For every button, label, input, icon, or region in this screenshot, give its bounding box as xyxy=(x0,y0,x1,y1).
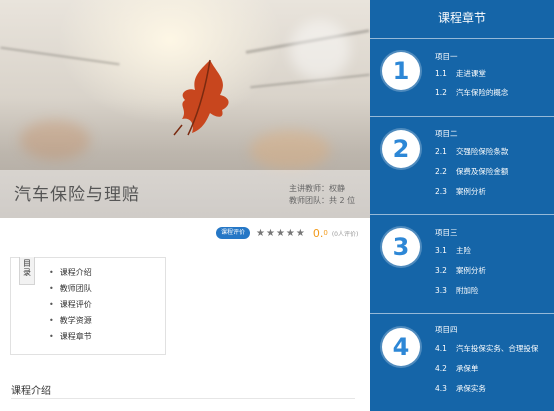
lesson-link[interactable]: 3.2 案例分析 xyxy=(435,265,486,276)
directory-item-chapters[interactable]: 课程章节 xyxy=(49,331,92,347)
chapter-number-badge: 1 xyxy=(382,52,420,90)
lesson-link[interactable]: 2.3 案例分析 xyxy=(435,186,486,197)
lesson-index: 2.3 xyxy=(435,187,447,196)
banner-bokeh xyxy=(20,120,90,160)
directory-tag: 目 录 xyxy=(19,257,35,285)
lesson-index: 4.3 xyxy=(435,384,447,393)
chapter-name: 项目四 xyxy=(435,325,458,334)
panel-divider xyxy=(370,313,554,314)
chapter-panel: 课程章节 1 项目一 1.1 走进课堂 1.2 汽车保险的概念 2 项目二 2.1 交… xyxy=(370,0,554,411)
banner-railing xyxy=(0,46,120,66)
lesson-link[interactable]: 1.1 走进课堂 xyxy=(435,68,486,79)
lesson-title: 主险 xyxy=(455,246,471,255)
directory-item-resources[interactable]: 教学资源 xyxy=(49,315,92,331)
section-title: 课程介绍 xyxy=(11,386,51,397)
lesson-title: 案例分析 xyxy=(455,266,486,275)
course-banner: 汽车保险与理赔 主讲教师：权静 教师团队：共 2 位 xyxy=(0,0,370,218)
rating-score-decimal: 0 xyxy=(323,229,328,237)
rating-score: 0. xyxy=(312,226,324,240)
teacher-info: 主讲教师：权静 教师团队：共 2 位 xyxy=(289,183,355,207)
lesson-index: 2.1 xyxy=(435,147,447,156)
panel-divider xyxy=(370,214,554,215)
lesson-index: 3.2 xyxy=(435,266,447,275)
chapter-number-badge: 3 xyxy=(382,228,420,266)
chapter-name: 项目二 xyxy=(435,129,458,138)
lesson-link[interactable]: 1.2 汽车保险的概念 xyxy=(435,87,508,98)
rating-row: 课程评价 ★★★★★ 0. 0 (0人评价) xyxy=(216,226,358,240)
chapter-number-badge: 4 xyxy=(382,328,420,366)
directory-item-team[interactable]: 教师团队 xyxy=(49,283,92,299)
lesson-link[interactable]: 3.3 附加险 xyxy=(435,285,478,296)
lesson-index: 1.2 xyxy=(435,88,447,97)
lesson-title: 承保实务 xyxy=(455,384,486,393)
team-line: 教师团队：共 2 位 xyxy=(289,196,356,205)
rating-stars[interactable]: ★★★★★ xyxy=(256,228,306,239)
lesson-title: 保费及保险金额 xyxy=(455,167,509,176)
lesson-link[interactable]: 3.1 主险 xyxy=(435,245,471,256)
lesson-title: 交强险保险条款 xyxy=(455,147,509,156)
lesson-title: 案例分析 xyxy=(455,187,486,196)
lesson-index: 4.1 xyxy=(435,344,447,353)
lesson-index: 3.1 xyxy=(435,246,447,255)
teacher-line: 主讲教师：权静 xyxy=(289,184,345,193)
lesson-link[interactable]: 4.1 汽车投保实务、合理投保 xyxy=(435,343,538,354)
lesson-index: 1.1 xyxy=(435,69,447,78)
maple-leaf-icon xyxy=(173,59,229,136)
lesson-index: 4.2 xyxy=(435,364,447,373)
lesson-title: 附加险 xyxy=(455,286,479,295)
chapter-name: 项目一 xyxy=(435,52,458,61)
panel-divider xyxy=(370,38,554,39)
lesson-title: 汽车保险的概念 xyxy=(455,88,509,97)
lesson-index: 3.3 xyxy=(435,286,447,295)
lesson-title: 走进课堂 xyxy=(455,69,486,78)
course-rating-button[interactable]: 课程评价 xyxy=(216,227,251,239)
panel-title: 课程章节 xyxy=(437,11,486,25)
directory-item-intro[interactable]: 课程介绍 xyxy=(49,267,92,283)
directory-list: 课程介绍 教师团队 课程评价 教学资源 课程章节 xyxy=(49,267,92,347)
lesson-title: 汽车投保实务、合理投保 xyxy=(455,344,539,353)
course-title: 汽车保险与理赔 xyxy=(14,185,140,205)
lesson-link[interactable]: 2.1 交强险保险条款 xyxy=(435,146,508,157)
panel-divider xyxy=(370,116,554,117)
rating-count: (0人评价) xyxy=(331,230,359,238)
lesson-link[interactable]: 4.2 承保单 xyxy=(435,363,478,374)
chapter-name: 项目三 xyxy=(435,228,458,237)
lesson-link[interactable]: 2.2 保费及保险金额 xyxy=(435,166,508,177)
directory-tag-char: 录 xyxy=(23,268,31,277)
chapter-number-badge: 2 xyxy=(382,130,420,168)
directory-tag-char: 目 xyxy=(23,259,31,268)
lesson-title: 承保单 xyxy=(455,364,479,373)
section-divider xyxy=(11,398,355,399)
directory-item-rating[interactable]: 课程评价 xyxy=(49,299,92,315)
banner-bokeh xyxy=(250,130,330,170)
banner-bokeh xyxy=(290,20,350,80)
lesson-index: 2.2 xyxy=(435,167,447,176)
lesson-link[interactable]: 4.3 承保实务 xyxy=(435,383,486,394)
